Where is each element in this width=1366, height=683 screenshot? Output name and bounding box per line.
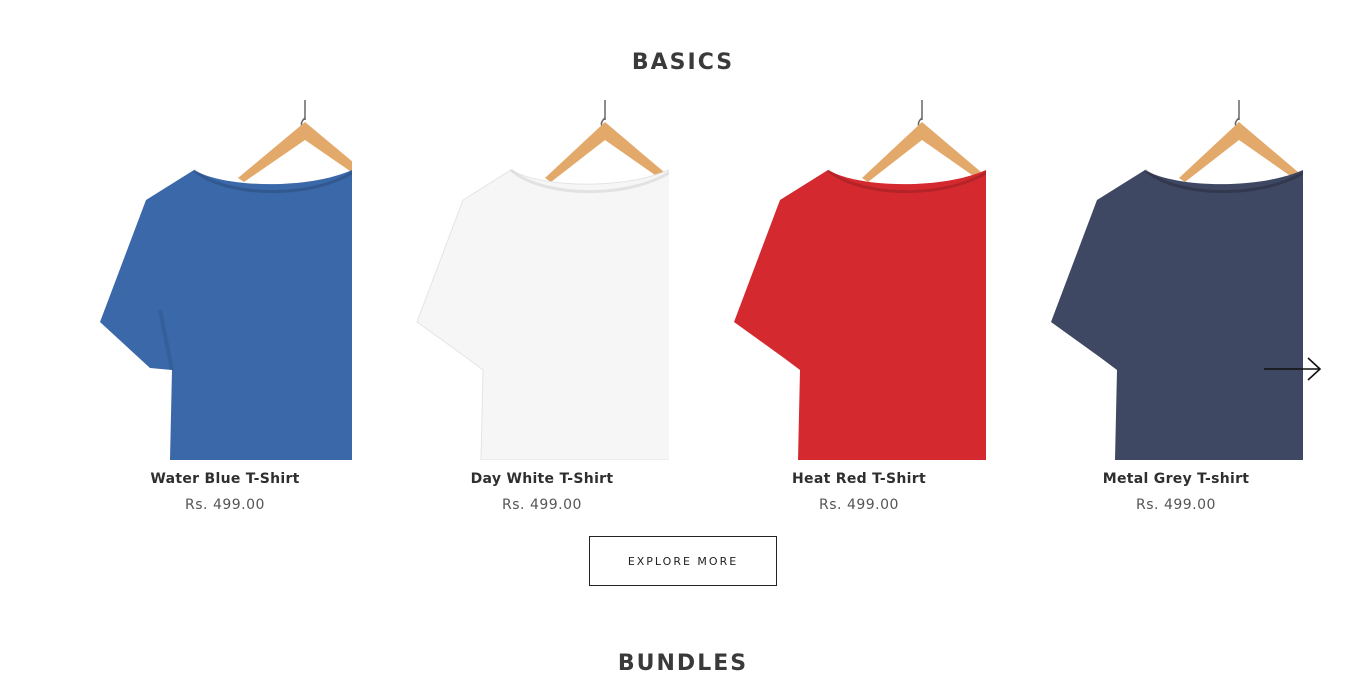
tshirt-image xyxy=(416,100,669,460)
product-image[interactable] xyxy=(1049,100,1303,460)
product-price: Rs. 499.00 xyxy=(819,497,899,513)
explore-more-button[interactable]: EXPLORE MORE xyxy=(589,536,777,586)
product-image[interactable] xyxy=(732,100,986,460)
product-price: Rs. 499.00 xyxy=(1136,497,1216,513)
arrow-right-icon[interactable] xyxy=(1262,356,1324,382)
product-image[interactable] xyxy=(415,100,669,460)
hanger xyxy=(238,122,352,182)
section-title-bundles: BUNDLES xyxy=(617,651,749,676)
product-price: Rs. 499.00 xyxy=(185,497,265,513)
product-image[interactable] xyxy=(98,100,352,460)
tshirt-image xyxy=(734,100,986,460)
tshirt-image xyxy=(1051,100,1303,460)
product-carousel: Water Blue T-Shirt Rs. 499.00 Day White … xyxy=(0,100,1366,520)
product-price: Rs. 499.00 xyxy=(502,497,582,513)
product-card[interactable]: Metal Grey T-shirt Rs. 499.00 xyxy=(1049,100,1303,520)
section-title-basics: BASICS xyxy=(631,50,735,75)
product-name[interactable]: Metal Grey T-shirt xyxy=(1019,471,1333,487)
product-card[interactable]: Heat Red T-Shirt Rs. 499.00 xyxy=(732,100,986,520)
product-card[interactable]: Water Blue T-Shirt Rs. 499.00 xyxy=(98,100,352,520)
product-card[interactable]: Day White T-Shirt Rs. 499.00 xyxy=(415,100,669,520)
product-name[interactable]: Water Blue T-Shirt xyxy=(68,471,382,487)
product-name[interactable]: Heat Red T-Shirt xyxy=(702,471,1016,487)
tshirt-image xyxy=(100,100,352,460)
product-name[interactable]: Day White T-Shirt xyxy=(385,471,699,487)
